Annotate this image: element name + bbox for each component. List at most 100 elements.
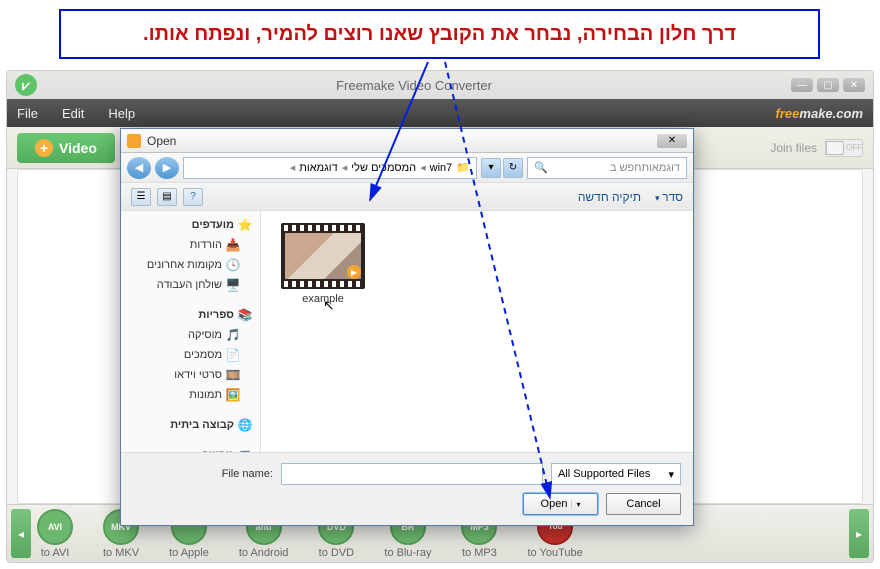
join-files-label: Join files: [770, 141, 817, 155]
sidebar-downloads[interactable]: 📥הורדות: [121, 235, 260, 255]
sidebar-music[interactable]: 🎵מוסיקה: [121, 325, 260, 345]
instruction-callout: דרך חלון הבחירה, נבחר את הקובץ שאנו רוצי…: [59, 9, 820, 59]
desktop-icon: 🖥️: [226, 278, 240, 292]
sidebar-videos[interactable]: 🎞️סרטי וידאו: [121, 365, 260, 385]
format-scroll-left[interactable]: ◂: [11, 509, 31, 558]
dialog-titlebar: Open ✕: [121, 129, 693, 153]
sidebar-desktop[interactable]: 🖥️שולחן העבודה: [121, 275, 260, 295]
chevron-down-icon: ▾: [668, 468, 674, 481]
filetype-select[interactable]: All Supported Files ▾: [551, 463, 681, 485]
bc-part-0[interactable]: win7: [430, 162, 453, 174]
star-icon: ⭐: [238, 218, 252, 232]
toolbar-icons: ☰ ▤ ?: [131, 188, 203, 206]
folder-icon: 📚: [238, 308, 252, 322]
brand-free: free: [776, 106, 800, 121]
youtube-label: to YouTube: [527, 547, 582, 559]
brand-make: make.com: [799, 106, 863, 121]
filename-input[interactable]: [281, 463, 543, 485]
dialog-toolbar: סדר תיקיה חדשה ☰ ▤ ?: [121, 183, 693, 211]
app-logo-icon: ⩗: [15, 74, 37, 96]
filename-row: File name: All Supported Files ▾: [133, 463, 681, 485]
sidebar-computer[interactable]: 💻מחשב: [121, 445, 260, 452]
avi-icon: AVI: [37, 509, 73, 545]
sidebar-favorites[interactable]: ⭐מועדפים: [121, 215, 260, 235]
dialog-footer: File name: All Supported Files ▾ Open▾ Ca…: [121, 452, 693, 525]
video-label: Video: [59, 140, 97, 156]
dvd-label: to DVD: [319, 547, 354, 559]
pic-icon: 🖼️: [226, 388, 240, 402]
titlebar: ⩗ Freemake Video Converter — ▢ ✕: [7, 71, 873, 99]
film-thumbnail-icon: ▶: [281, 223, 365, 289]
help-button[interactable]: ?: [183, 188, 203, 206]
dialog-nav: ◀ ▶ 📁 win7◂ המסמכים שלי◂ דוגמאות◂ ▾ ↻ דו…: [121, 153, 693, 183]
file-example[interactable]: ▶ example ↖: [273, 223, 373, 305]
apple-label: to Apple: [169, 547, 209, 559]
nav-back-button[interactable]: ◀: [127, 157, 151, 179]
homegroup-icon: 🌐: [238, 418, 252, 432]
play-icon: ▶: [347, 265, 361, 279]
dialog-close-button[interactable]: ✕: [657, 134, 687, 148]
sidebar-homegroup[interactable]: 🌐קבוצה ביתית: [121, 415, 260, 435]
search-input[interactable]: דוגמאותחפש ב 🔍: [527, 157, 687, 179]
minimize-button[interactable]: —: [791, 78, 813, 92]
bc-part-2[interactable]: דוגמאות: [299, 162, 338, 174]
recent-icon: 🕓: [226, 258, 240, 272]
dialog-body: ⭐מועדפים 📥הורדות 🕓מקומות אחרונים 🖥️שולחן…: [121, 211, 693, 452]
format-scroll-right[interactable]: ▸: [849, 509, 869, 558]
filetype-text: All Supported Files: [558, 468, 650, 480]
close-button[interactable]: ✕: [843, 78, 865, 92]
doc-icon: 📄: [226, 348, 240, 362]
maximize-button[interactable]: ▢: [817, 78, 839, 92]
menu-help[interactable]: Help: [108, 106, 135, 121]
bc-part-1[interactable]: המסמכים שלי: [351, 162, 416, 174]
cursor-icon: ↖: [323, 297, 335, 314]
format-to-avi[interactable]: AVI to AVI: [37, 509, 73, 559]
preview-pane-button[interactable]: ▤: [157, 188, 177, 206]
open-button[interactable]: Open▾: [523, 493, 598, 515]
window-title: Freemake Video Converter: [45, 78, 783, 93]
menu-edit[interactable]: Edit: [62, 106, 84, 121]
sidebar-recent[interactable]: 🕓מקומות אחרונים: [121, 255, 260, 275]
sidebar-documents[interactable]: 📄מסמכים: [121, 345, 260, 365]
search-placeholder: דוגמאותחפש ב: [610, 162, 680, 174]
sidebar-libraries[interactable]: 📚ספריות: [121, 305, 260, 325]
avi-label: to AVI: [41, 547, 70, 559]
join-files-toggle[interactable]: OFF: [825, 139, 863, 157]
nav-refresh-button[interactable]: ↻: [503, 158, 523, 178]
instruction-text: דרך חלון הבחירה, נבחר את הקובץ שאנו רוצי…: [143, 23, 736, 46]
download-icon: 📥: [226, 238, 240, 252]
add-video-button[interactable]: + Video: [17, 133, 115, 163]
button-row: Open▾ Cancel: [133, 493, 681, 515]
view-mode-button[interactable]: ☰: [131, 188, 151, 206]
brand-link[interactable]: freemake.com: [776, 106, 863, 121]
toggle-knob: [826, 141, 844, 155]
file-pane[interactable]: ▶ example ↖: [261, 211, 693, 452]
nav-forward-button[interactable]: ▶: [155, 157, 179, 179]
bluray-label: to Blu-ray: [384, 547, 431, 559]
music-icon: 🎵: [226, 328, 240, 342]
join-files-control[interactable]: Join files OFF: [770, 139, 863, 157]
cancel-button[interactable]: Cancel: [606, 493, 681, 515]
window-controls: — ▢ ✕: [791, 78, 865, 92]
android-label: to Android: [239, 547, 289, 559]
new-folder-button[interactable]: תיקיה חדשה: [578, 190, 641, 204]
dialog-icon: [127, 134, 141, 148]
dialog-title: Open: [147, 134, 176, 148]
menu-file[interactable]: File: [17, 106, 38, 121]
dialog-sidebar: ⭐מועדפים 📥הורדות 🕓מקומות אחרונים 🖥️שולחן…: [121, 211, 261, 452]
mkv-label: to MKV: [103, 547, 139, 559]
filename-label: File name:: [133, 468, 273, 480]
toggle-off-label: OFF: [844, 143, 862, 152]
file-label: example ↖: [302, 293, 344, 305]
menubar: File Edit Help freemake.com: [7, 99, 873, 127]
nav-dropdown-button[interactable]: ▾: [481, 158, 501, 178]
breadcrumb[interactable]: 📁 win7◂ המסמכים שלי◂ דוגמאות◂: [183, 157, 477, 179]
open-dropdown-icon: ▾: [571, 500, 580, 509]
sort-menu[interactable]: סדר: [655, 190, 683, 204]
video-icon: 🎞️: [226, 368, 240, 382]
open-file-dialog: Open ✕ ◀ ▶ 📁 win7◂ המסמכים שלי◂ דוגמאות◂…: [120, 128, 694, 526]
plus-icon: +: [35, 139, 53, 157]
sidebar-pictures[interactable]: 🖼️תמונות: [121, 385, 260, 405]
nav-refresh-group: ▾ ↻: [481, 158, 523, 178]
mp3-label: to MP3: [462, 547, 497, 559]
